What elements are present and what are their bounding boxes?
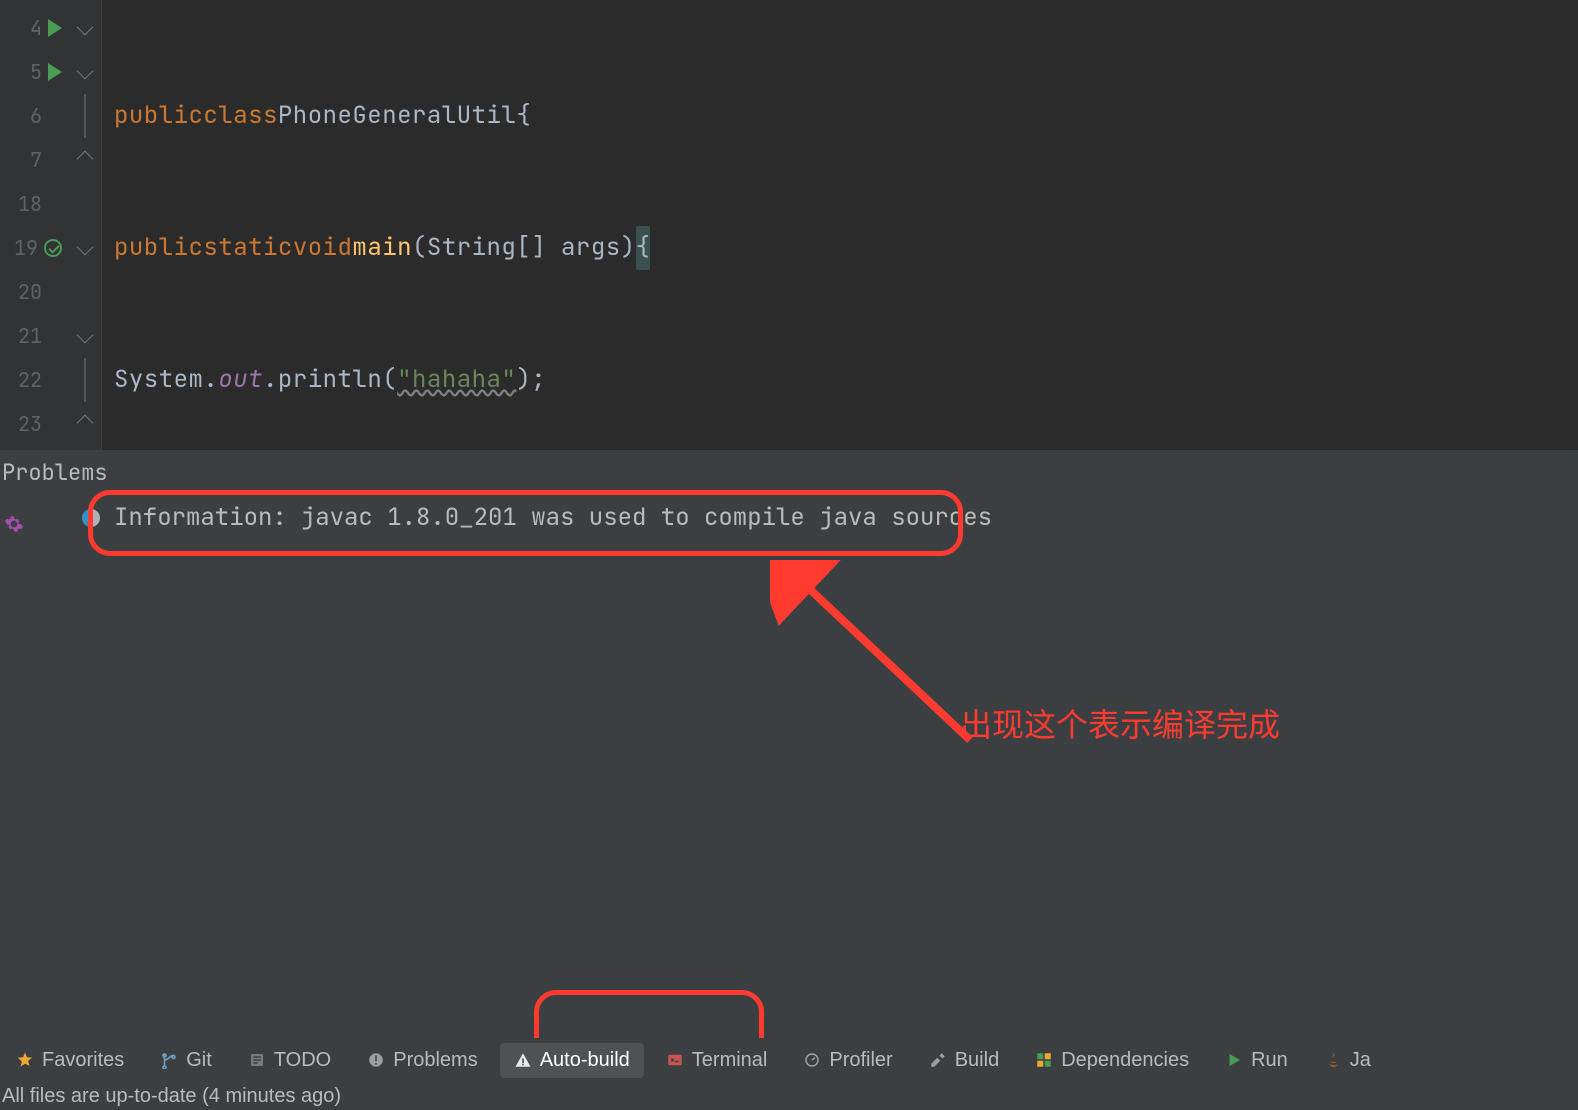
gutter-line[interactable]: 20 [0, 270, 68, 314]
gutter-line[interactable]: 4 [0, 6, 68, 50]
gutter-line[interactable]: 23 [0, 402, 68, 446]
code-line[interactable]: public class PhoneGeneralUtil { [114, 94, 1578, 138]
line-number: 22 [16, 367, 42, 393]
line-number: 7 [16, 147, 42, 173]
gutter-line[interactable]: 7 [0, 138, 68, 182]
fold-handle-icon[interactable] [76, 151, 93, 168]
toolwindow-label: TODO [274, 1049, 331, 1072]
toolwindow-build[interactable]: Build [915, 1043, 1013, 1078]
dependencies-icon [1035, 1051, 1053, 1069]
fold-handle-icon[interactable] [76, 63, 93, 80]
problems-icon [367, 1051, 385, 1069]
line-number: 19 [12, 235, 38, 261]
problems-sidebar [0, 496, 28, 534]
editor-gutter: 4 5 6 7 18 19 20 21 [0, 0, 68, 450]
line-number: 18 [16, 191, 42, 217]
fold-handle-icon[interactable] [76, 415, 93, 432]
toolwindow-label: Dependencies [1061, 1049, 1189, 1072]
line-number: 20 [16, 279, 42, 305]
toolwindow-label: Profiler [829, 1049, 892, 1072]
code-line[interactable]: System.out.println("hahaha"); [114, 358, 1578, 402]
line-number: 5 [16, 59, 42, 85]
toolwindow-label: Ja [1350, 1049, 1371, 1072]
line-number: 23 [16, 411, 42, 437]
annotation-text: 出现这个表示编译完成 [960, 700, 1280, 746]
toolwindow-label: Git [186, 1049, 212, 1072]
status-bar: All files are up-to-date (4 minutes ago) [0, 1082, 1578, 1110]
info-label: Information: [114, 502, 287, 533]
fold-handle-icon[interactable] [76, 239, 93, 256]
toolwindow-java[interactable]: Ja [1310, 1043, 1371, 1078]
info-text: javac 1.8.0_201 was used to compile java… [301, 502, 992, 533]
gutter-line[interactable]: 5 [0, 50, 68, 94]
toolwindow-problems[interactable]: Problems [353, 1043, 491, 1078]
tool-window-bar: Favorites Git TODO Problems Auto-build T… [0, 1038, 1578, 1082]
toolwindow-git[interactable]: Git [146, 1043, 226, 1078]
profiler-icon [803, 1051, 821, 1069]
gutter-line[interactable]: 21 [0, 314, 68, 358]
gutter-line[interactable]: 18 [0, 182, 68, 226]
run-icon[interactable] [48, 19, 62, 37]
gutter-line[interactable]: 22 [0, 358, 68, 402]
gutter-line[interactable]: 19 [0, 226, 68, 270]
status-text: All files are up-to-date (4 minutes ago) [2, 1085, 341, 1108]
toolwindow-label: Run [1251, 1049, 1288, 1072]
line-number: 4 [16, 15, 42, 41]
todo-icon [248, 1051, 266, 1069]
hammer-icon [929, 1051, 947, 1069]
fold-handle-icon[interactable] [76, 327, 93, 344]
toolwindow-terminal[interactable]: Terminal [652, 1043, 782, 1078]
star-icon [16, 1051, 34, 1069]
fold-guide [84, 94, 86, 138]
fold-guide [84, 358, 86, 402]
toolwindow-todo[interactable]: TODO [234, 1043, 345, 1078]
fold-strip [68, 0, 102, 450]
toolwindow-dependencies[interactable]: Dependencies [1021, 1043, 1203, 1078]
toolwindow-run[interactable]: Run [1211, 1043, 1302, 1078]
compile-info-row[interactable]: Information: javac 1.8.0_201 was used to… [82, 502, 992, 533]
run-icon[interactable] [48, 63, 62, 81]
code-area[interactable]: public class PhoneGeneralUtil { public s… [102, 0, 1578, 450]
toolwindow-label: Build [955, 1049, 999, 1072]
run-test-icon[interactable] [44, 239, 62, 257]
toolwindow-label: Terminal [692, 1049, 768, 1072]
code-line[interactable]: public static void main(String[] args) { [114, 226, 1578, 270]
toolwindow-label: Auto-build [540, 1049, 630, 1072]
java-icon [1324, 1051, 1342, 1069]
code-editor[interactable]: 4 5 6 7 18 19 20 21 [0, 0, 1578, 450]
line-number: 6 [16, 103, 42, 129]
gear-icon[interactable] [4, 514, 24, 534]
problems-panel-title[interactable]: Problems [0, 458, 108, 487]
toolwindow-profiler[interactable]: Profiler [789, 1043, 906, 1078]
toolwindow-label: Problems [393, 1049, 477, 1072]
toolwindow-label: Favorites [42, 1049, 124, 1072]
play-icon [1225, 1051, 1243, 1069]
problems-panel: Problems Information: javac 1.8.0_201 wa… [0, 450, 1578, 1038]
toolwindow-autobuild[interactable]: Auto-build [500, 1043, 644, 1078]
fold-handle-icon[interactable] [76, 19, 93, 36]
line-number: 21 [16, 323, 42, 349]
toolwindow-favorites[interactable]: Favorites [2, 1043, 138, 1078]
gutter-line[interactable]: 6 [0, 94, 68, 138]
git-branch-icon [160, 1051, 178, 1069]
warning-icon [514, 1051, 532, 1069]
info-icon [82, 509, 100, 527]
terminal-icon [666, 1051, 684, 1069]
